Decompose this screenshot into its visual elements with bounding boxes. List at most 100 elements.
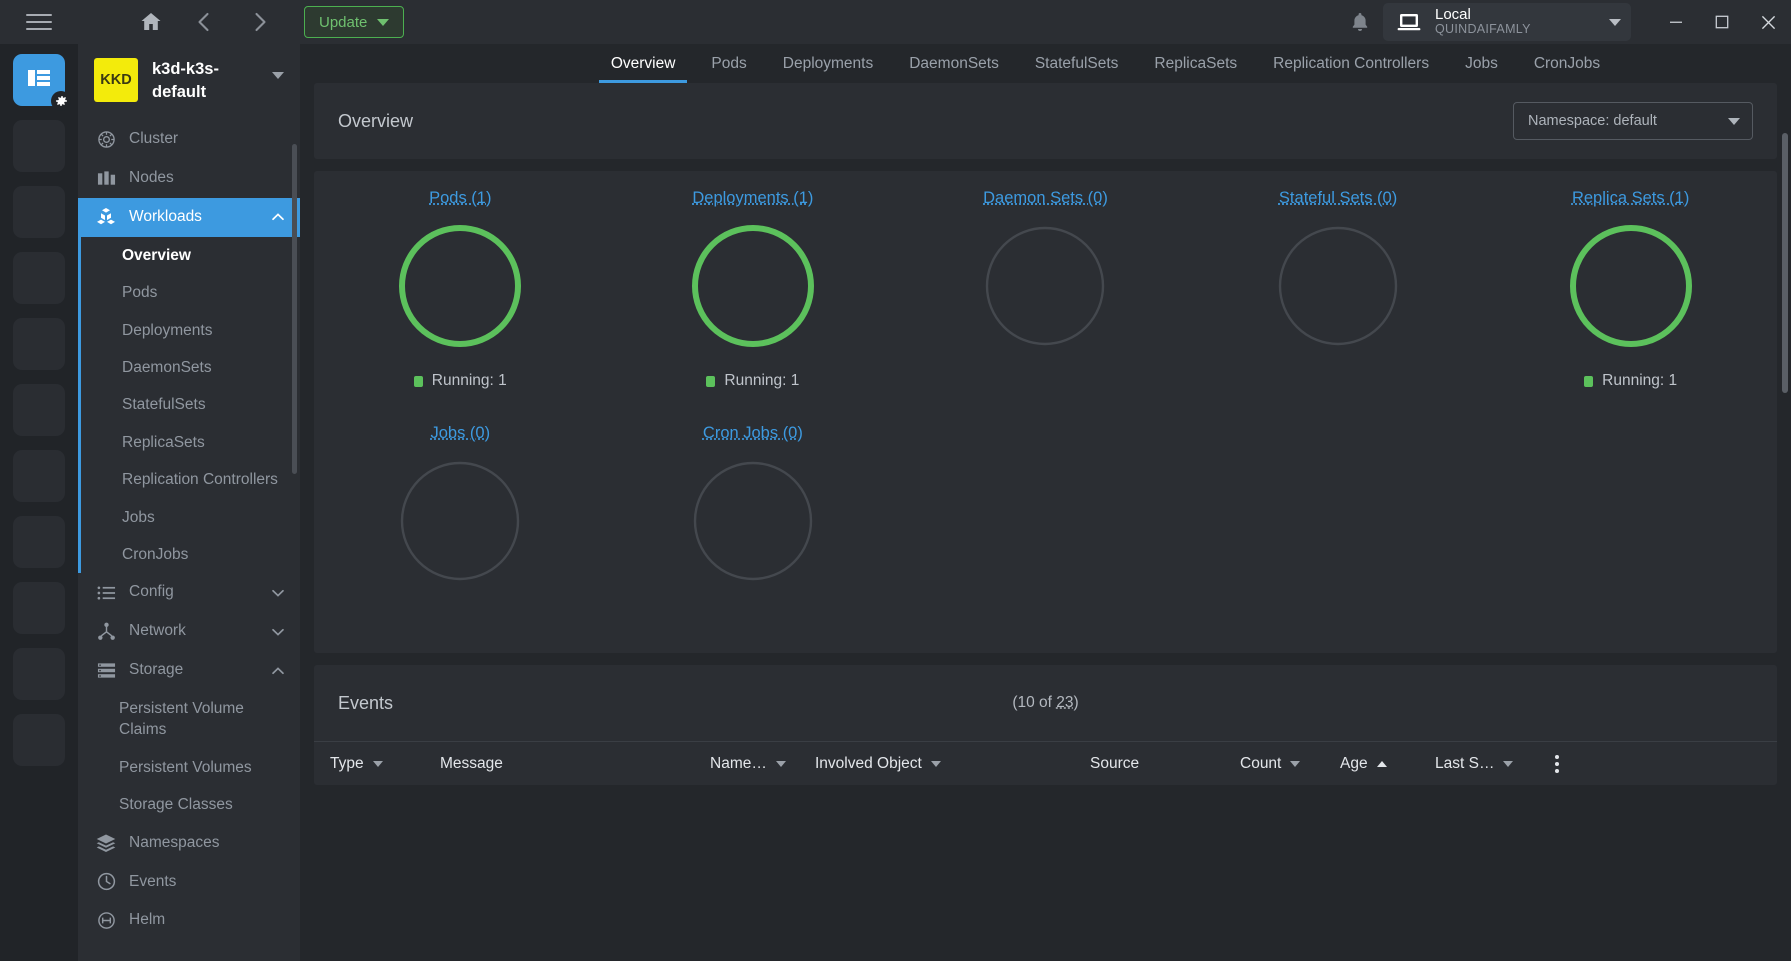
events-count-total[interactable]: 23 bbox=[1056, 694, 1073, 711]
bell-icon[interactable] bbox=[1345, 7, 1375, 37]
sidebar-subitem-cronjobs[interactable]: CronJobs bbox=[81, 536, 300, 573]
tab-daemonsets[interactable]: DaemonSets bbox=[891, 44, 1017, 83]
page-title: Overview bbox=[338, 110, 414, 131]
update-button[interactable]: Update bbox=[304, 6, 405, 38]
home-icon[interactable] bbox=[138, 9, 164, 35]
tab-label: DaemonSets bbox=[909, 54, 999, 72]
window-controls bbox=[1653, 0, 1791, 44]
sort-ascending-icon[interactable] bbox=[1376, 760, 1387, 767]
namespace-select[interactable]: Namespace: default bbox=[1513, 102, 1753, 140]
sidebar-item-label: Helm bbox=[129, 911, 166, 929]
sidebar-item-storage[interactable]: Storage bbox=[78, 651, 300, 690]
rail-item-2[interactable] bbox=[13, 120, 65, 172]
donut-chart bbox=[1567, 222, 1695, 350]
sort-descending-icon[interactable] bbox=[1290, 760, 1301, 767]
chevron-up-icon[interactable] bbox=[270, 209, 286, 225]
rail-item-3[interactable] bbox=[13, 186, 65, 238]
tab-statefulsets[interactable]: StatefulSets bbox=[1017, 44, 1137, 83]
chart-row-2: Jobs (0) Cron Jobs (0) bbox=[314, 424, 1777, 625]
chart-daemon-sets-0: Daemon Sets (0) bbox=[899, 189, 1192, 390]
sidebar-subitem-jobs[interactable]: Jobs bbox=[81, 499, 300, 536]
chart-link[interactable]: Deployments (1) bbox=[692, 189, 813, 208]
column-header-age[interactable]: Age bbox=[1340, 755, 1435, 773]
sidebar-item-helm[interactable]: Helm bbox=[78, 901, 300, 940]
table-options-menu-icon[interactable] bbox=[1555, 754, 1559, 773]
chart-link[interactable]: Cron Jobs (0) bbox=[703, 424, 803, 443]
tab-overview[interactable]: Overview bbox=[593, 44, 694, 83]
hamburger-icon[interactable] bbox=[26, 9, 52, 35]
chevron-down-icon[interactable] bbox=[272, 72, 284, 79]
chevron-down-icon[interactable] bbox=[270, 585, 286, 601]
chart-link[interactable]: Replica Sets (1) bbox=[1572, 189, 1689, 208]
maximize-button[interactable] bbox=[1699, 0, 1745, 44]
sidebar-item-network[interactable]: Network bbox=[78, 612, 300, 651]
sidebar-subitem-statefulsets[interactable]: StatefulSets bbox=[81, 386, 300, 423]
rail-item-1[interactable] bbox=[13, 54, 71, 111]
sidebar-subitem-daemonsets[interactable]: DaemonSets bbox=[81, 349, 300, 386]
events-table-header: Type Message Name… Involved Object Source Cou… bbox=[314, 741, 1777, 785]
sidebar-subitem-persistent-volume-claims[interactable]: Persistent Volume Claims bbox=[78, 690, 300, 749]
rail-item-9[interactable] bbox=[13, 582, 65, 634]
tab-pods[interactable]: Pods bbox=[693, 44, 764, 83]
rail-item-8[interactable] bbox=[13, 516, 65, 568]
sidebar-item-config[interactable]: Config bbox=[78, 573, 300, 612]
column-header-involved-object[interactable]: Involved Object bbox=[815, 755, 1090, 773]
rail-item-6[interactable] bbox=[13, 384, 65, 436]
sidebar-subitem-overview[interactable]: Overview bbox=[81, 237, 300, 274]
sidebar-subitem-replication-controllers[interactable]: Replication Controllers bbox=[81, 461, 300, 498]
main-content: Overview Pods Deployments DaemonSets Statefu… bbox=[300, 44, 1791, 961]
servers-icon bbox=[96, 169, 116, 189]
rail-item-4[interactable] bbox=[13, 252, 65, 304]
rail-item-10[interactable] bbox=[13, 648, 65, 700]
sidebar-item-workloads[interactable]: Workloads bbox=[78, 198, 300, 237]
sidebar-item-nodes[interactable]: Nodes bbox=[78, 159, 300, 198]
chart-spacer bbox=[899, 424, 1192, 625]
sidebar-subitem-storage-classes[interactable]: Storage Classes bbox=[78, 786, 300, 823]
column-header-type[interactable]: Type bbox=[330, 755, 440, 773]
arrow-right-icon[interactable] bbox=[246, 9, 272, 35]
sidebar-item-namespaces[interactable]: Namespaces bbox=[78, 824, 300, 863]
chart-link[interactable]: Pods (1) bbox=[429, 189, 491, 208]
sidebar-subitem-replicasets[interactable]: ReplicaSets bbox=[81, 424, 300, 461]
close-button[interactable] bbox=[1745, 0, 1791, 44]
workload-charts-panel: Pods (1) Running: 1 Deployments (1) Running… bbox=[314, 171, 1777, 653]
column-header-source[interactable]: Source bbox=[1090, 755, 1240, 773]
gear-icon[interactable] bbox=[51, 91, 71, 111]
rail-item-5[interactable] bbox=[13, 318, 65, 370]
tab-cronjobs[interactable]: CronJobs bbox=[1516, 44, 1618, 83]
tab-deployments[interactable]: Deployments bbox=[765, 44, 891, 83]
legend-label: Running: 1 bbox=[431, 372, 507, 389]
cluster-subtitle: QUINDAIFAMLY bbox=[1435, 22, 1531, 37]
tab-replicasets[interactable]: ReplicaSets bbox=[1136, 44, 1255, 83]
column-header-count[interactable]: Count bbox=[1240, 755, 1340, 773]
minimize-button[interactable] bbox=[1653, 0, 1699, 44]
rail-item-11[interactable] bbox=[13, 714, 65, 766]
chart-link[interactable]: Daemon Sets (0) bbox=[983, 189, 1108, 208]
sort-descending-icon[interactable] bbox=[1503, 760, 1514, 767]
tab-replication-controllers[interactable]: Replication Controllers bbox=[1255, 44, 1447, 83]
chevron-up-icon[interactable] bbox=[270, 663, 286, 679]
column-header-last-s[interactable]: Last S… bbox=[1435, 755, 1555, 773]
sidebar-scrollbar[interactable] bbox=[292, 144, 297, 474]
rail-item-7[interactable] bbox=[13, 450, 65, 502]
arrow-left-icon[interactable] bbox=[192, 9, 218, 35]
column-header-name[interactable]: Name… bbox=[710, 755, 815, 773]
sort-descending-icon[interactable] bbox=[930, 760, 941, 767]
chevron-down-icon[interactable] bbox=[270, 624, 286, 640]
sidebar-item-label: Workloads bbox=[129, 208, 202, 226]
sidebar-subitem-persistent-volumes[interactable]: Persistent Volumes bbox=[78, 749, 300, 786]
sidebar-item-events[interactable]: Events bbox=[78, 863, 300, 902]
laptop-icon bbox=[1395, 9, 1423, 35]
column-header-message[interactable]: Message bbox=[440, 755, 710, 773]
sidebar-subitem-pods[interactable]: Pods bbox=[81, 274, 300, 311]
sidebar-subitem-deployments[interactable]: Deployments bbox=[81, 312, 300, 349]
tab-jobs[interactable]: Jobs bbox=[1447, 44, 1516, 83]
cluster-selector[interactable]: Local QUINDAIFAMLY bbox=[1383, 3, 1631, 41]
cluster-switcher[interactable]: KKD k3d-k3s-default bbox=[78, 44, 300, 120]
sort-descending-icon[interactable] bbox=[372, 760, 383, 767]
content-scrollbar[interactable] bbox=[1782, 133, 1788, 393]
sort-descending-icon[interactable] bbox=[775, 760, 786, 767]
chart-link[interactable]: Jobs (0) bbox=[430, 424, 490, 443]
sidebar-item-cluster[interactable]: Cluster bbox=[78, 120, 300, 159]
chart-link[interactable]: Stateful Sets (0) bbox=[1279, 189, 1397, 208]
